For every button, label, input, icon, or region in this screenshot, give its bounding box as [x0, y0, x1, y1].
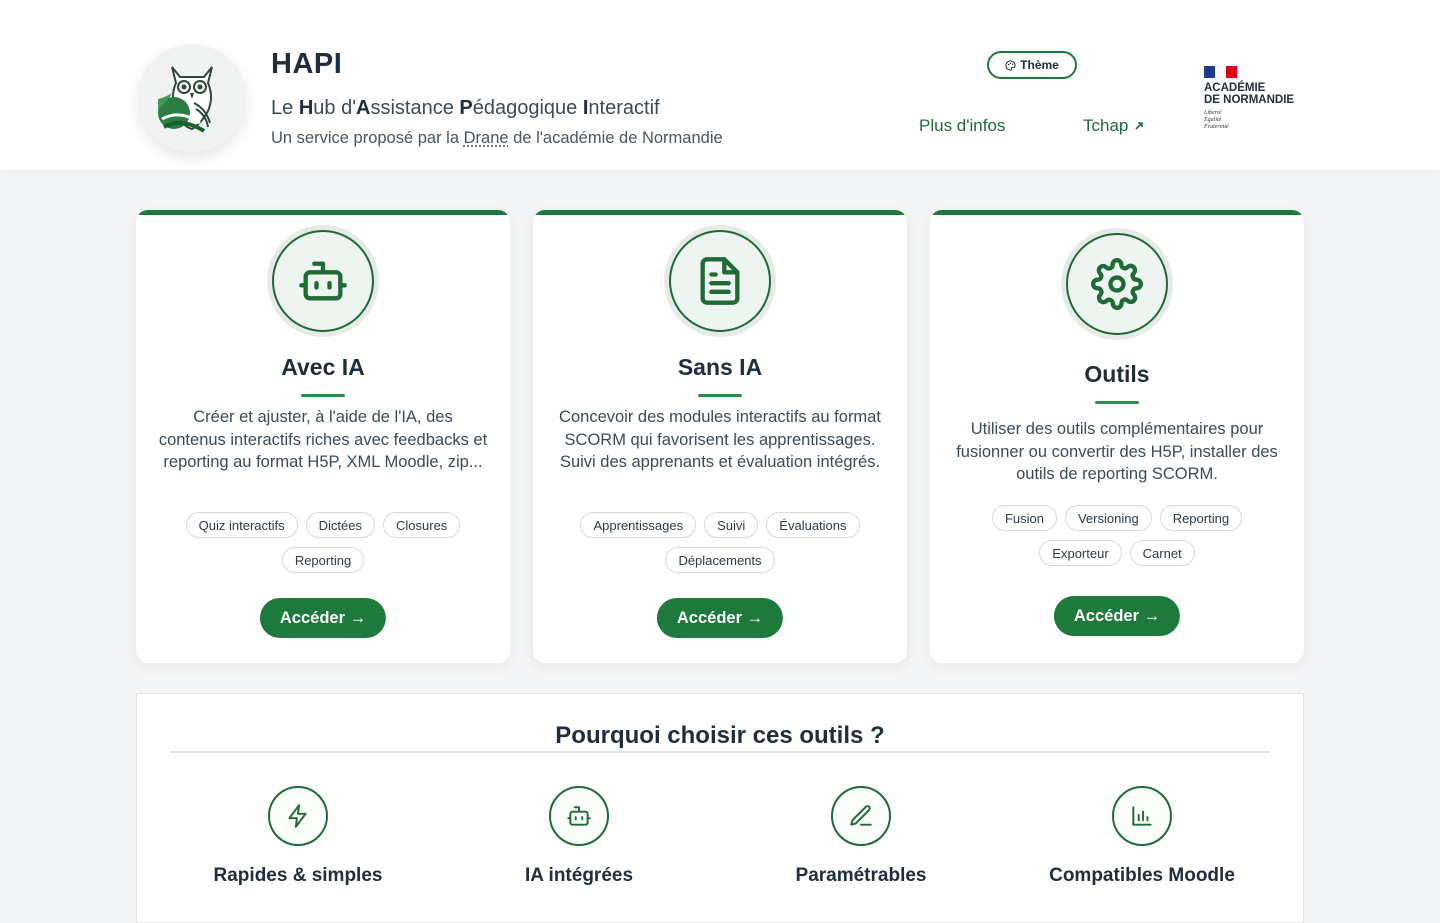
why-title: Pourquoi choisir ces outils ? [137, 722, 1303, 750]
academie-logo[interactable]: ACADÉMIE DE NORMANDIE Liberté Égalité Fr… [1204, 66, 1314, 131]
card-description: Utiliser des outils complémentaires pour… [952, 418, 1282, 486]
feature-ia: IA intégrées [449, 786, 709, 887]
marianne-flag-icon [1204, 66, 1237, 78]
access-button-avec-ia[interactable]: Accéder → [260, 598, 386, 638]
tag: Reporting [1160, 505, 1242, 531]
tag: Exporteur [1039, 540, 1121, 566]
card-title: Outils [930, 361, 1304, 388]
access-button-sans-ia[interactable]: Accéder → [657, 598, 783, 638]
divider [170, 751, 1270, 753]
tag: Versioning [1065, 505, 1152, 531]
feature-label: Compatibles Moodle [1012, 865, 1272, 887]
card-outils: Outils Utiliser des outils complémentair… [930, 210, 1304, 663]
feature-rapides: Rapides & simples [168, 786, 428, 887]
owl-logo[interactable] [138, 44, 246, 152]
lightning-icon [285, 803, 311, 829]
feature-label: IA intégrées [449, 865, 709, 887]
tag: Quiz interactifs [186, 512, 298, 538]
card-tags: Apprentissages Suivi Évaluations Déplace… [563, 512, 877, 573]
card-description: Concevoir des modules interactifs au for… [555, 406, 885, 474]
robot-icon [566, 803, 592, 829]
card-icon-wrapper [664, 225, 776, 337]
theme-button[interactable]: Thème [987, 51, 1077, 79]
bar-chart-icon [1129, 803, 1155, 829]
feature-moodle: Compatibles Moodle [1012, 786, 1272, 887]
document-icon [694, 255, 746, 307]
card-title: Sans IA [533, 354, 907, 381]
card-tags: Fusion Versioning Reporting Exporteur Ca… [960, 505, 1274, 566]
app-title: HAPI [271, 48, 342, 81]
tag: Fusion [992, 505, 1057, 531]
feature-parametrables: Paramétrables [731, 786, 991, 887]
tag: Suivi [704, 512, 758, 538]
tag: Carnet [1130, 540, 1195, 566]
card-tags: Quiz interactifs Dictées Closures Report… [166, 512, 480, 573]
title-underline [698, 394, 742, 397]
palette-icon [1005, 60, 1016, 71]
tag: Déplacements [665, 547, 774, 573]
feature-label: Paramétrables [731, 865, 991, 887]
card-title: Avec IA [136, 354, 510, 381]
feature-label: Rapides & simples [168, 865, 428, 887]
owl-icon [150, 53, 234, 143]
site-header: HAPI Le Hub d'Assistance Pédagogique Int… [0, 0, 1440, 170]
why-section: Pourquoi choisir ces outils ? Rapides & … [136, 693, 1304, 923]
pencil-icon [848, 803, 874, 829]
card-avec-ia: Avec IA Créer et ajuster, à l'aide de l'… [136, 210, 510, 663]
external-link-icon [1134, 121, 1144, 131]
card-sans-ia: Sans IA Concevoir des modules interactif… [533, 210, 907, 663]
tag: Reporting [282, 547, 364, 573]
title-underline [301, 394, 345, 397]
drane-abbr[interactable]: Drane [464, 129, 509, 147]
access-button-outils[interactable]: Accéder → [1054, 596, 1180, 636]
tag: Dictées [306, 512, 375, 538]
robot-icon [297, 255, 349, 307]
title-underline [1095, 401, 1139, 404]
card-description: Créer et ajuster, à l'aide de l'IA, des … [158, 406, 488, 474]
gear-icon [1091, 258, 1143, 310]
app-subtitle: Le Hub d'Assistance Pédagogique Interact… [271, 97, 660, 120]
nav-tchap-link[interactable]: Tchap [1083, 116, 1144, 136]
card-icon-wrapper [1061, 228, 1173, 340]
nav-more-info-link[interactable]: Plus d'infos [919, 116, 1005, 136]
tag: Closures [383, 512, 460, 538]
card-icon-wrapper [267, 225, 379, 337]
tagline: Un service proposé par la Drane de l'aca… [271, 129, 723, 148]
tag: Évaluations [766, 512, 859, 538]
tag: Apprentissages [580, 512, 696, 538]
